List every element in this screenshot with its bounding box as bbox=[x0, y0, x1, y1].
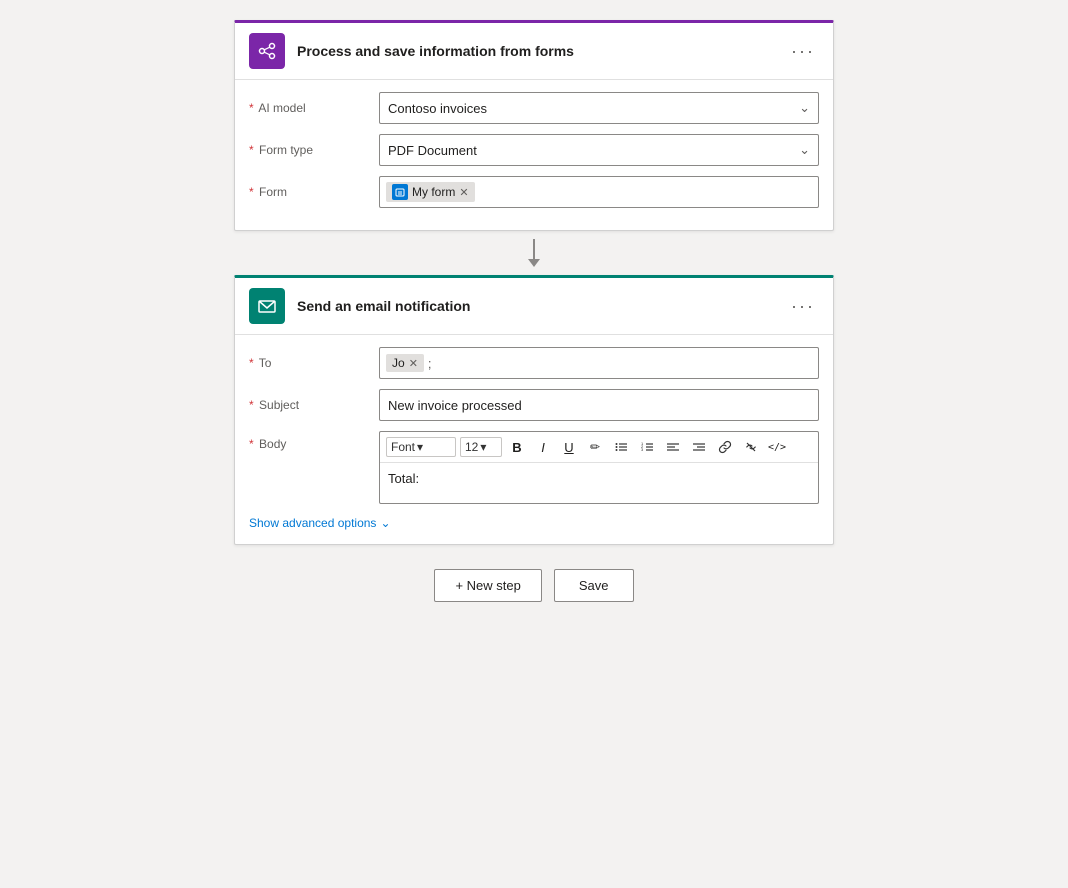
subject-row: * Subject bbox=[249, 389, 819, 421]
bold-button[interactable]: B bbox=[506, 436, 528, 458]
to-control: Jo ✕ ; bbox=[379, 347, 819, 379]
font-size-select[interactable]: 12 ▾ bbox=[460, 437, 502, 457]
subject-label: * Subject bbox=[249, 398, 379, 412]
card1-header: Process and save information from forms … bbox=[235, 23, 833, 80]
process-icon bbox=[249, 33, 285, 69]
body-content[interactable]: Total: bbox=[380, 463, 818, 503]
save-button[interactable]: Save bbox=[554, 569, 634, 602]
bullet-list-button[interactable] bbox=[610, 436, 632, 458]
actions-row: + New step Save bbox=[434, 569, 633, 602]
card2-menu-icon[interactable]: ··· bbox=[787, 292, 819, 321]
card2-body: * To Jo ✕ ; * Subject bbox=[235, 335, 833, 544]
link-button[interactable] bbox=[714, 436, 736, 458]
email-icon bbox=[249, 288, 285, 324]
numbered-list-button[interactable]: 1 2 3 bbox=[636, 436, 658, 458]
body-label: * Body bbox=[249, 437, 379, 451]
body-control: Font ▾ 12 ▾ B I bbox=[379, 431, 819, 504]
ai-model-label: * AI model bbox=[249, 101, 379, 115]
form-type-label: * Form type bbox=[249, 143, 379, 157]
email-notification-card: Send an email notification ··· * To Jo ✕… bbox=[234, 275, 834, 545]
show-advanced-options[interactable]: Show advanced options ⌄ bbox=[249, 514, 819, 532]
font-select[interactable]: Font ▾ bbox=[386, 437, 456, 457]
card1-title: Process and save information from forms bbox=[297, 43, 787, 59]
new-step-button[interactable]: + New step bbox=[434, 569, 541, 602]
form-tag-input[interactable]: My form ✕ bbox=[379, 176, 819, 208]
subject-control bbox=[379, 389, 819, 421]
underline-button[interactable]: U bbox=[558, 436, 580, 458]
align-left-button[interactable] bbox=[662, 436, 684, 458]
form-control: My form ✕ bbox=[379, 176, 819, 208]
code-button[interactable]: </> bbox=[766, 436, 788, 458]
ai-model-chevron-icon: ⌄ bbox=[799, 100, 810, 116]
form-tag-icon bbox=[392, 184, 408, 200]
to-tag: Jo ✕ bbox=[386, 354, 424, 372]
connector-arrow bbox=[528, 231, 540, 275]
form-type-control: PDF Document ⌄ bbox=[379, 134, 819, 166]
subject-input[interactable] bbox=[379, 389, 819, 421]
form-type-row: * Form type PDF Document ⌄ bbox=[249, 134, 819, 166]
ai-model-row: * AI model Contoso invoices ⌄ bbox=[249, 92, 819, 124]
card2-header: Send an email notification ··· bbox=[235, 278, 833, 335]
show-advanced-chevron-icon: ⌄ bbox=[380, 516, 390, 530]
pen-button[interactable]: ✏ bbox=[584, 436, 606, 458]
process-forms-card: Process and save information from forms … bbox=[234, 20, 834, 231]
body-toolbar: Font ▾ 12 ▾ B I bbox=[380, 432, 818, 463]
font-size-chevron-icon: ▾ bbox=[480, 440, 486, 454]
connector-line bbox=[533, 239, 535, 259]
form-row: * Form My for bbox=[249, 176, 819, 208]
form-type-chevron-icon: ⌄ bbox=[799, 142, 810, 158]
to-label: * To bbox=[249, 356, 379, 370]
form-tag-remove[interactable]: ✕ bbox=[459, 186, 468, 199]
form-tag: My form ✕ bbox=[386, 182, 475, 202]
ai-model-select[interactable]: Contoso invoices ⌄ bbox=[379, 92, 819, 124]
ai-model-control: Contoso invoices ⌄ bbox=[379, 92, 819, 124]
connector-arrowhead bbox=[528, 259, 540, 267]
to-row: * To Jo ✕ ; bbox=[249, 347, 819, 379]
card1-menu-icon[interactable]: ··· bbox=[787, 37, 819, 66]
form-label: * Form bbox=[249, 185, 379, 199]
svg-text:3: 3 bbox=[641, 447, 644, 452]
form-type-select[interactable]: PDF Document ⌄ bbox=[379, 134, 819, 166]
card1-body: * AI model Contoso invoices ⌄ * Form typ… bbox=[235, 80, 833, 230]
align-right-button[interactable] bbox=[688, 436, 710, 458]
body-row: * Body Font ▾ 12 bbox=[249, 431, 819, 504]
to-tag-remove[interactable]: ✕ bbox=[409, 357, 418, 370]
to-tag-input[interactable]: Jo ✕ ; bbox=[379, 347, 819, 379]
to-separator: ; bbox=[428, 356, 432, 371]
font-chevron-icon: ▾ bbox=[417, 440, 423, 454]
unlink-button[interactable] bbox=[740, 436, 762, 458]
italic-button[interactable]: I bbox=[532, 436, 554, 458]
card2-title: Send an email notification bbox=[297, 298, 787, 314]
body-editor: Font ▾ 12 ▾ B I bbox=[379, 431, 819, 504]
